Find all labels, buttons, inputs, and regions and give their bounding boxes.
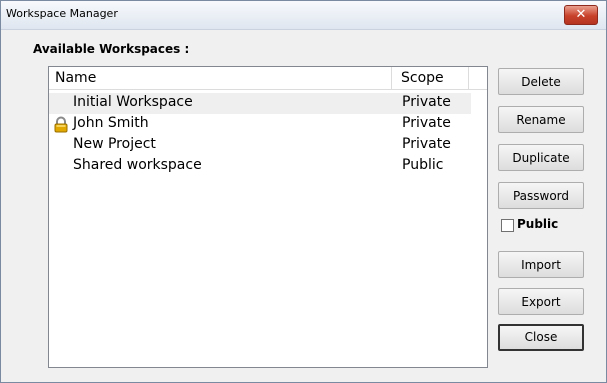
close-window-button[interactable]: ✕: [564, 5, 598, 25]
workspace-scope: Private: [402, 94, 451, 110]
export-button[interactable]: Export: [498, 288, 584, 315]
workspace-name: John Smith: [73, 115, 149, 131]
lock-icon: [53, 116, 69, 133]
window-title: Workspace Manager: [6, 7, 118, 20]
column-header-scope[interactable]: Scope: [393, 67, 469, 89]
workspace-name: New Project: [73, 136, 156, 152]
duplicate-button[interactable]: Duplicate: [498, 144, 584, 171]
available-workspaces-label: Available Workspaces :: [33, 42, 190, 56]
public-checkbox-label[interactable]: Public: [517, 217, 558, 231]
column-header-name[interactable]: Name: [49, 67, 392, 89]
close-button[interactable]: Close: [498, 324, 584, 351]
close-icon: ✕: [575, 7, 587, 22]
title-bar: Workspace Manager ✕: [1, 1, 606, 30]
import-button[interactable]: Import: [498, 251, 584, 278]
public-checkbox[interactable]: [501, 219, 514, 232]
workspace-scope: Public: [402, 157, 444, 173]
workspace-list[interactable]: Name Scope Initial Workspace Private Joh…: [48, 66, 488, 368]
workspace-name: Initial Workspace: [73, 94, 193, 110]
list-header: Name Scope: [49, 67, 487, 90]
workspace-scope: Private: [402, 136, 451, 152]
workspace-rows: Initial Workspace Private John Smith Pri…: [49, 93, 487, 177]
workspace-manager-window: Workspace Manager ✕ Available Workspaces…: [0, 0, 607, 383]
password-button[interactable]: Password: [498, 182, 584, 209]
workspace-row[interactable]: New Project Private: [49, 135, 471, 156]
workspace-name: Shared workspace: [73, 157, 202, 173]
workspace-row[interactable]: Shared workspace Public: [49, 156, 471, 177]
workspace-row[interactable]: Initial Workspace Private: [49, 93, 471, 114]
rename-button[interactable]: Rename: [498, 106, 584, 133]
workspace-scope: Private: [402, 115, 451, 131]
workspace-row[interactable]: John Smith Private: [49, 114, 471, 135]
delete-button[interactable]: Delete: [498, 68, 584, 95]
